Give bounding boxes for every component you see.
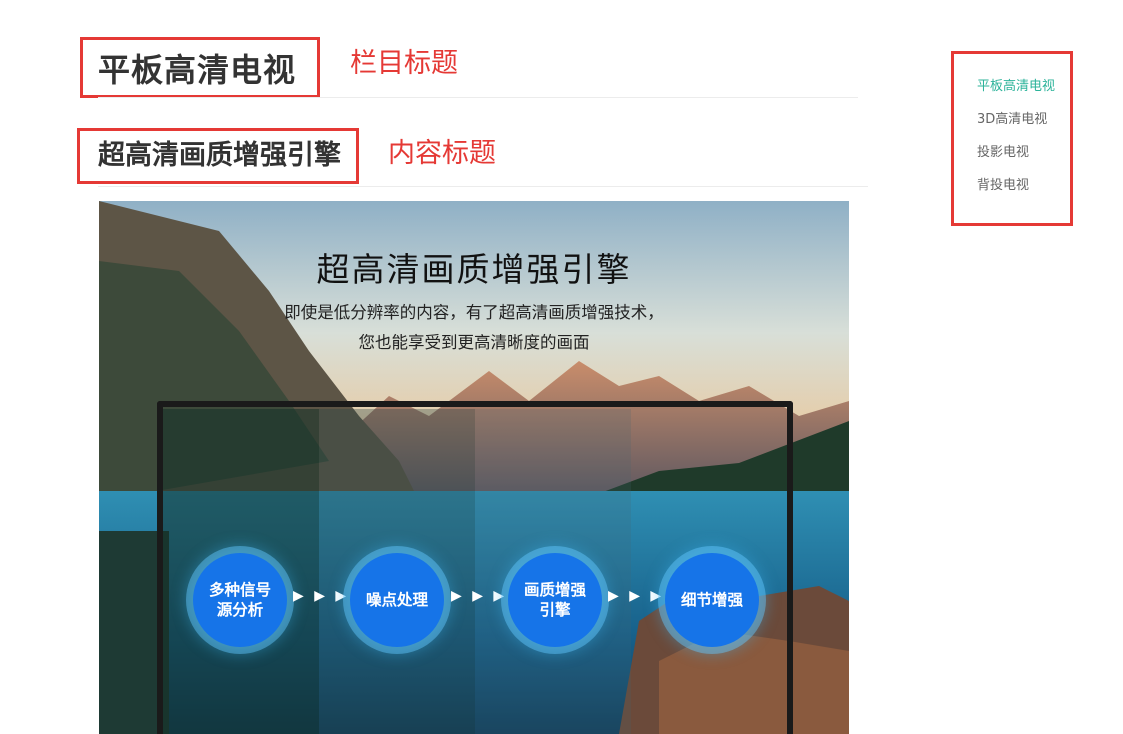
column-title: 平板高清电视	[98, 51, 297, 89]
step-label-line: 噪点处理	[365, 591, 428, 609]
side-nav-item-rear-projection-tv[interactable]: 背投电视	[977, 174, 1029, 193]
step-arrows: ▶ ▶ ▶	[293, 588, 350, 604]
side-nav-item-3d-hd-tv[interactable]: 3D高清电视	[977, 108, 1047, 127]
column-divider	[98, 97, 858, 98]
banner-subtitle-line1: 即使是低分辨率的内容，有了超高清画质增强技术，	[284, 303, 664, 322]
step-label-line: 引擎	[539, 601, 571, 619]
banner-headline: 超高清画质增强引擎	[316, 250, 632, 289]
step-label-line: 细节增强	[680, 591, 743, 609]
step-label-line: 多种信号	[208, 581, 271, 599]
side-nav-item-projection-tv[interactable]: 投影电视	[977, 141, 1029, 160]
step-quality-engine: 画质增强 引擎	[508, 553, 602, 647]
banner-subtitle-line2: 您也能享受到更高清晰度的画面	[358, 333, 590, 352]
step-label-line: 源分析	[216, 601, 264, 619]
side-nav-item-flat-hd-tv[interactable]: 平板高清电视	[977, 75, 1055, 94]
step-arrows: ▶ ▶ ▶	[608, 588, 665, 604]
content-title-annotation: 内容标题	[388, 138, 496, 169]
content-title: 超高清画质增强引擎	[98, 140, 341, 171]
step-signal-analysis: 多种信号 源分析	[193, 553, 287, 647]
step-noise-processing: 噪点处理	[350, 553, 444, 647]
column-title-annotation: 栏目标题	[350, 48, 458, 79]
feature-banner-image: 超高清画质增强引擎 即使是低分辨率的内容，有了超高清画质增强技术， 您也能享受到…	[99, 201, 849, 734]
step-arrows: ▶ ▶ ▶	[451, 588, 508, 604]
content-divider	[98, 186, 868, 187]
step-detail-enhancement: 细节增强	[665, 553, 759, 647]
step-label-line: 画质增强	[523, 581, 586, 599]
